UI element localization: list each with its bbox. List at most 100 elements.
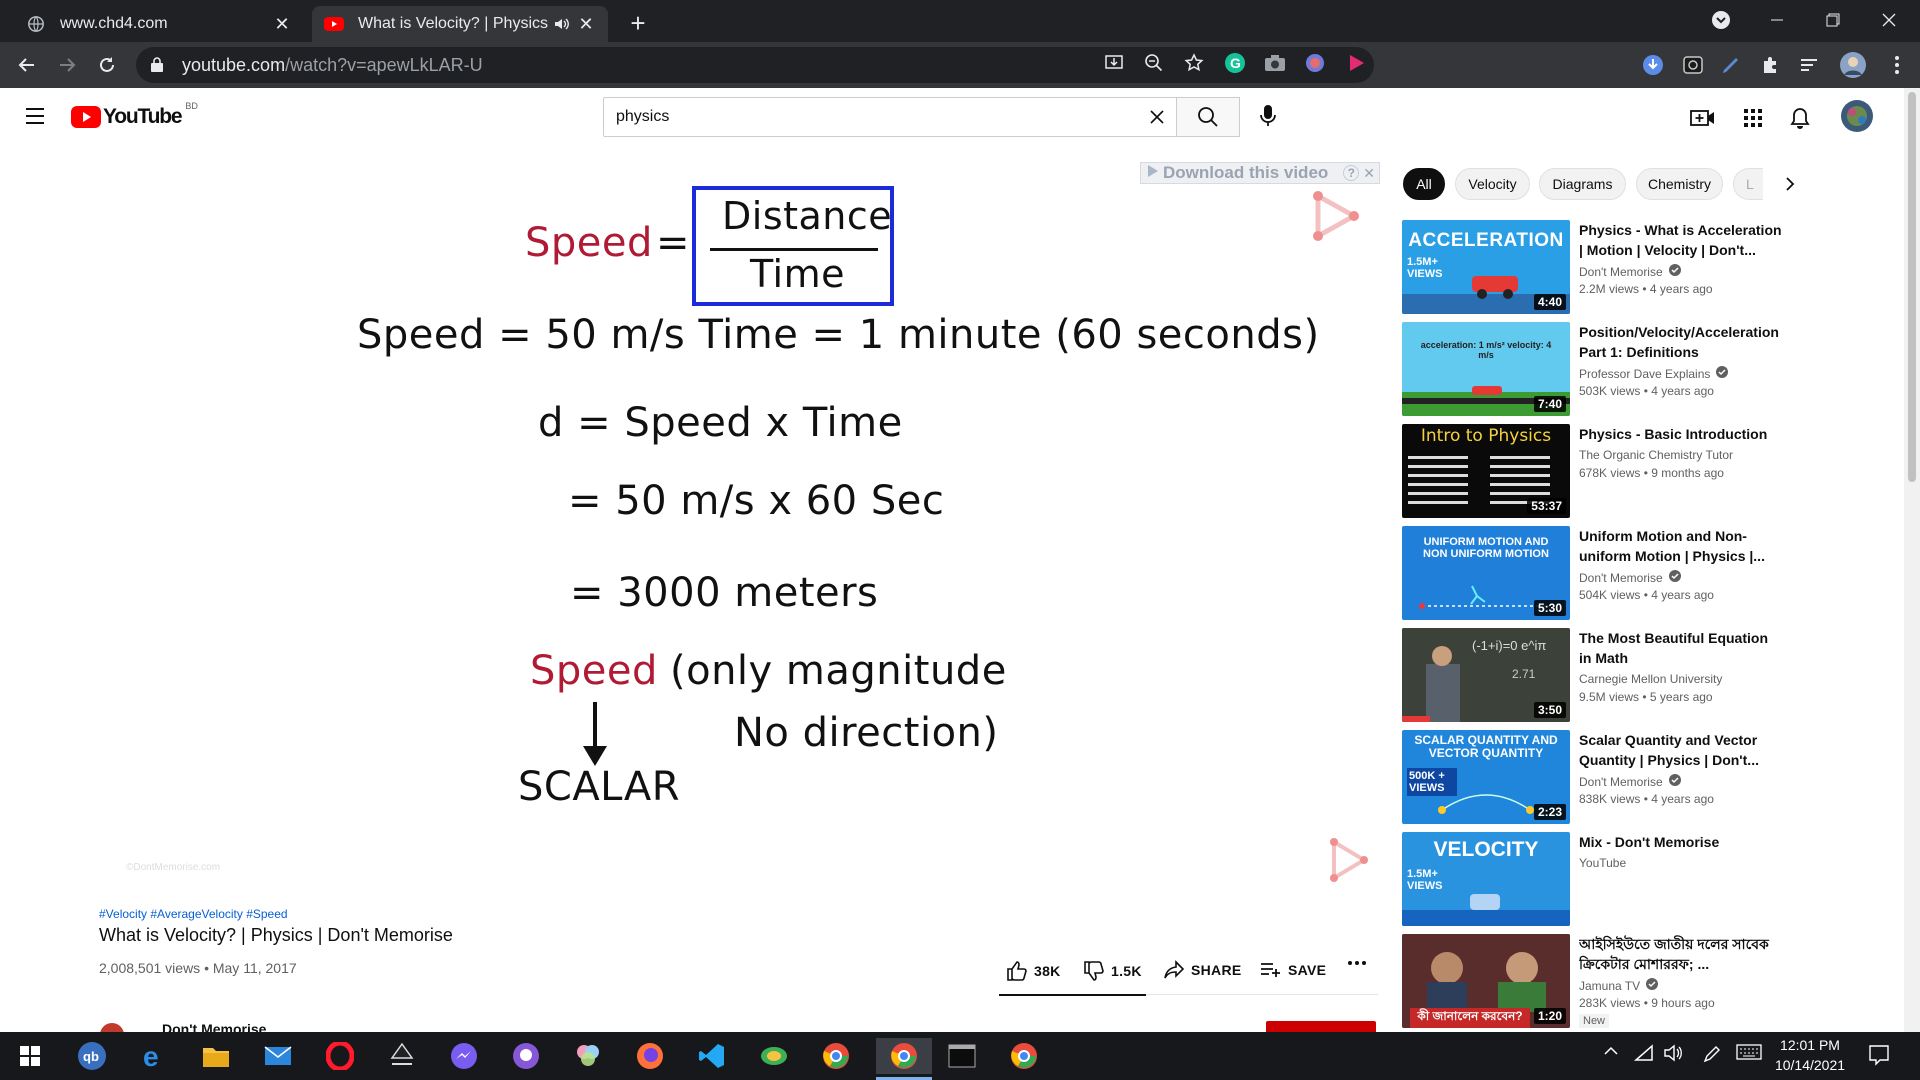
tab-youtube-video[interactable]: What is Velocity? | Physics | D ✕: [312, 6, 608, 42]
recommendation-title[interactable]: The Most Beautiful Equation in Math: [1579, 628, 1784, 668]
forward-arrow-icon[interactable]: [52, 50, 82, 80]
close-tab-icon[interactable]: ✕: [272, 14, 292, 34]
recommendation-title[interactable]: Uniform Motion and Non-uniform Motion | …: [1579, 526, 1784, 566]
camera-extension-icon[interactable]: [1264, 54, 1286, 77]
tab-chd4[interactable]: www.chd4.com ✕: [14, 6, 304, 42]
volume-icon[interactable]: [1664, 1044, 1684, 1062]
more-actions-icon[interactable]: [1347, 960, 1373, 966]
chip-chemistry[interactable]: Chemistry: [1636, 168, 1723, 200]
zoom-icon[interactable]: [1144, 53, 1164, 78]
pen-extension-icon[interactable]: [1718, 52, 1744, 78]
recommendation-item[interactable]: ACCELERATION 1.5M+ VIEWS 4:40 Physics - Wha…: [1402, 220, 1902, 314]
recommendation-item[interactable]: (-1+i)=0 e^iπ 2.71 3:50 The Most Beautiful …: [1402, 628, 1902, 722]
dislike-button[interactable]: 1.5K: [1083, 960, 1142, 982]
firefox-icon[interactable]: [628, 1038, 672, 1074]
chip-all[interactable]: All: [1403, 168, 1445, 200]
save-button[interactable]: SAVE: [1260, 960, 1326, 980]
github-icon[interactable]: [504, 1038, 548, 1074]
recommendation-item[interactable]: কী জানালেন করবেন? 1:20 আইসিইউতে জাতীয় দলে…: [1402, 934, 1902, 1028]
keyboard-icon[interactable]: [1736, 1044, 1762, 1060]
reload-icon[interactable]: [92, 50, 122, 80]
chrome-profile-2-icon[interactable]: [1002, 1038, 1046, 1074]
download-extension-icon[interactable]: [1640, 52, 1666, 78]
recommendation-channel[interactable]: Jamuna TV: [1579, 978, 1659, 993]
recommendation-item[interactable]: UNIFORM MOTION AND NON UNIFORM MOTION 5:3…: [1402, 526, 1902, 620]
recommendation-title[interactable]: Physics - What is Acceleration | Motion …: [1579, 220, 1784, 260]
video-thumbnail[interactable]: ACCELERATION 1.5M+ VIEWS 4:40: [1402, 220, 1570, 314]
recommendation-item[interactable]: VELOCITY 1.5M+ VIEWS Mix - Don't Memorise Y…: [1402, 832, 1902, 926]
recommendation-title[interactable]: Physics - Basic Introduction: [1579, 424, 1784, 444]
qbittorrent-icon[interactable]: qb: [70, 1038, 114, 1074]
recommendation-item[interactable]: SCALAR QUANTITY AND VECTOR QUANTITY 500K …: [1402, 730, 1902, 824]
close-window-icon[interactable]: [1866, 0, 1912, 40]
reading-list-icon[interactable]: [1796, 52, 1822, 78]
recommendation-item[interactable]: acceleration: 1 m/s² velocity: 4 m/s 7:40…: [1402, 322, 1902, 416]
hamburger-menu-icon[interactable]: [24, 106, 46, 131]
inkscape-icon[interactable]: [380, 1038, 424, 1074]
screen-capture-icon[interactable]: [1680, 52, 1706, 78]
restore-icon[interactable]: [1810, 0, 1856, 40]
file-explorer-icon[interactable]: [194, 1038, 238, 1074]
recommendation-channel[interactable]: Carnegie Mellon University: [1579, 672, 1722, 686]
app-icon[interactable]: [752, 1038, 796, 1074]
tab-search-icon[interactable]: [1698, 0, 1744, 40]
close-download-bar-icon[interactable]: ✕: [1363, 165, 1375, 182]
show-hidden-icons-icon[interactable]: [1604, 1046, 1618, 1056]
video-thumbnail[interactable]: UNIFORM MOTION AND NON UNIFORM MOTION 5:3…: [1402, 526, 1570, 620]
apps-grid-icon[interactable]: [1740, 105, 1766, 131]
help-icon[interactable]: ?: [1343, 165, 1360, 181]
mail-icon[interactable]: [256, 1038, 300, 1074]
search-input[interactable]: [616, 108, 1116, 126]
clear-search-icon[interactable]: [1148, 108, 1166, 131]
video-thumbnail[interactable]: (-1+i)=0 e^iπ 2.71 3:50: [1402, 628, 1570, 722]
recommendation-channel[interactable]: Don't Memorise: [1579, 264, 1681, 279]
hashtags[interactable]: #Velocity #AverageVelocity #Speed: [99, 907, 288, 921]
close-tab-icon[interactable]: ✕: [576, 14, 596, 34]
extension-icon[interactable]: [1304, 52, 1326, 79]
profile-avatar[interactable]: [1838, 50, 1868, 80]
chip-velocity[interactable]: Velocity: [1455, 168, 1530, 200]
extensions-puzzle-icon[interactable]: [1758, 52, 1784, 78]
video-thumbnail[interactable]: VELOCITY 1.5M+ VIEWS: [1402, 832, 1570, 926]
channel-branding-icon[interactable]: [1328, 838, 1370, 887]
opera-icon[interactable]: [318, 1038, 362, 1074]
wifi-icon[interactable]: [1634, 1044, 1654, 1062]
install-app-icon[interactable]: [1104, 53, 1124, 78]
chrome-menu-icon[interactable]: [1884, 52, 1910, 78]
search-button[interactable]: [1176, 97, 1240, 137]
edge-icon[interactable]: e: [132, 1038, 176, 1074]
extension-play-icon[interactable]: [1346, 53, 1366, 78]
back-arrow-icon[interactable]: [12, 50, 42, 80]
scrollbar-thumb[interactable]: [1908, 92, 1916, 482]
recommendation-title[interactable]: Scalar Quantity and Vector Quantity | Ph…: [1579, 730, 1784, 770]
chips-next-arrow-icon[interactable]: [1770, 168, 1810, 200]
pen-icon[interactable]: [1702, 1044, 1722, 1064]
recommendation-item[interactable]: Intro to Physics 53:37 Physics - Basic Int…: [1402, 424, 1902, 518]
audio-playing-icon[interactable]: [552, 14, 572, 34]
recommendation-title[interactable]: আইসিইউতে জাতীয় দলের সাবেক ক্রিকেটার মোশ…: [1579, 934, 1784, 974]
recommendation-title[interactable]: Position/Velocity/Acceleration Part 1: D…: [1579, 322, 1784, 362]
terminal-icon[interactable]: [940, 1038, 984, 1074]
messenger-icon[interactable]: [442, 1038, 486, 1074]
subscribe-button[interactable]: [1266, 1021, 1376, 1032]
address-bar[interactable]: youtube.com/watch?v=apewLkLAR-U G: [136, 47, 1374, 83]
channel-avatar[interactable]: [99, 1022, 125, 1032]
notifications-icon[interactable]: [1868, 1044, 1890, 1066]
video-thumbnail[interactable]: acceleration: 1 m/s² velocity: 4 m/s 7:40: [1402, 322, 1570, 416]
chrome-active-icon[interactable]: [876, 1038, 932, 1074]
recommendation-channel[interactable]: Don't Memorise: [1579, 570, 1681, 585]
chip-partial[interactable]: L: [1733, 168, 1763, 200]
youtube-logo[interactable]: YouTube BD: [71, 101, 198, 129]
video-thumbnail[interactable]: Intro to Physics 53:37: [1402, 424, 1570, 518]
minimize-icon[interactable]: [1754, 0, 1800, 40]
bookmark-star-icon[interactable]: [1184, 52, 1204, 78]
recommendation-channel[interactable]: Professor Dave Explains: [1579, 366, 1729, 381]
like-button[interactable]: 38K: [1006, 960, 1061, 982]
recommendation-channel[interactable]: Don't Memorise: [1579, 774, 1681, 789]
page-scrollbar[interactable]: [1904, 88, 1920, 1032]
vscode-icon[interactable]: [690, 1038, 734, 1074]
channel-name[interactable]: Don't Memorise: [162, 1021, 266, 1032]
voice-search-icon[interactable]: [1255, 103, 1281, 129]
create-video-icon[interactable]: [1690, 105, 1716, 131]
chip-diagrams[interactable]: Diagrams: [1539, 168, 1626, 200]
